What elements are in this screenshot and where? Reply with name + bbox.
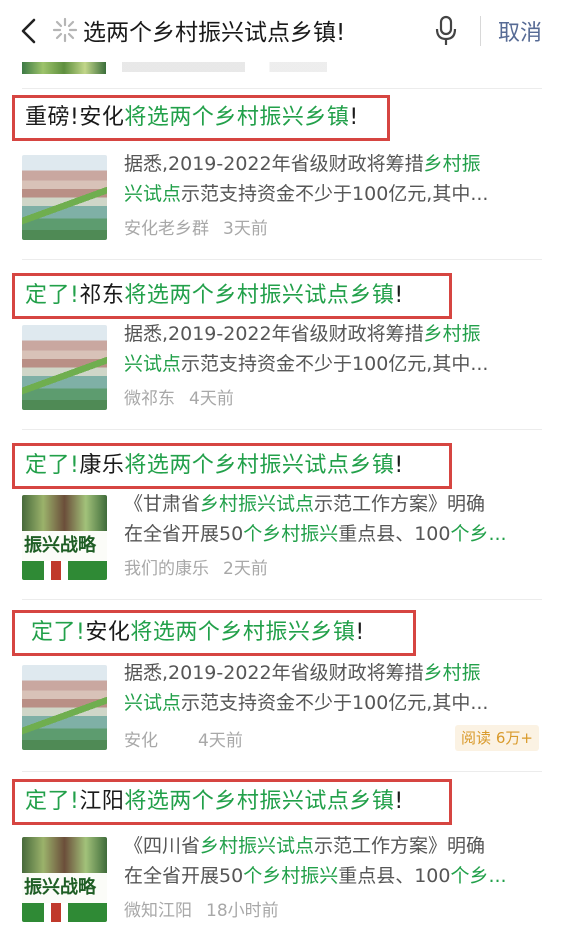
result-title[interactable]: 定了!祁东将选两个乡村振兴试点乡镇! — [12, 273, 452, 319]
cancel-button[interactable]: 取消 — [498, 15, 542, 47]
town-aerial-thumbnail — [22, 325, 107, 410]
back-arrow-icon[interactable] — [14, 14, 44, 48]
search-divider — [480, 16, 481, 46]
title-tail: ! — [349, 105, 359, 130]
search-result[interactable]: 重磅!安化将选两个乡村振兴乡镇! 据悉,2019-2022年省级财政将筹措乡村振… — [0, 93, 564, 257]
result-snippet-line1: 据悉,2019-2022年省级财政将筹措乡村振 — [124, 323, 481, 345]
result-title[interactable]: 定了!康乐将选两个乡村振兴试点乡镇! — [12, 443, 452, 489]
divider — [22, 429, 542, 430]
rural-revitalization-poster: 振兴战略 — [22, 495, 107, 580]
divider — [22, 771, 542, 772]
title-prefix: 重磅!安化 — [25, 105, 125, 130]
result-snippet-line2: 兴试点示范支持资金不少于100亿元,其中... — [124, 692, 489, 714]
result-title[interactable]: 定了!江阳将选两个乡村振兴试点乡镇! — [12, 779, 452, 825]
town-aerial-thumbnail — [22, 665, 107, 750]
previous-item-remnant — [122, 62, 532, 72]
title-highlight: 将选两个乡村振兴乡镇 — [124, 105, 350, 130]
result-source: 安化老乡群 3天前 — [124, 219, 268, 239]
rural-revitalization-poster: 振兴战略 — [22, 837, 107, 922]
result-snippet-line2: 在全省开展50个乡村振兴重点县、100个乡... — [124, 865, 507, 887]
result-snippet-line1: 据悉,2019-2022年省级财政将筹措乡村振 — [124, 153, 481, 175]
result-source: 微祁东 4天前 — [124, 389, 234, 409]
result-snippet-line1: 《四川省乡村振兴试点示范工作方案》明确 — [124, 835, 486, 857]
microphone-icon[interactable] — [433, 15, 459, 47]
town-aerial-thumbnail — [22, 155, 107, 240]
result-source: 我们的康乐 2天前 — [124, 559, 268, 579]
search-result[interactable]: 定了!江阳将选两个乡村振兴试点乡镇! 振兴战略 《四川省乡村振兴试点示范工作方案… — [0, 779, 564, 949]
divider — [22, 88, 542, 89]
result-snippet-line2: 在全省开展50个乡村振兴重点县、100个乡... — [124, 523, 507, 545]
result-title[interactable]: 定了!安化将选两个乡村振兴乡镇! — [12, 610, 416, 656]
divider — [22, 599, 542, 600]
search-result[interactable]: 定了!康乐将选两个乡村振兴试点乡镇! 振兴战略 《甘肃省乡村振兴试点示范工作方案… — [0, 443, 564, 599]
search-input[interactable]: 选两个乡村振兴试点乡镇! — [83, 13, 383, 47]
loading-spinner-icon — [52, 17, 78, 43]
result-snippet-line1: 《甘肃省乡村振兴试点示范工作方案》明确 — [124, 493, 486, 515]
result-snippet-line1: 据悉,2019-2022年省级财政将筹措乡村振 — [124, 662, 481, 684]
search-result[interactable]: 定了!安化将选两个乡村振兴乡镇! 据悉,2019-2022年省级财政将筹措乡村振… — [0, 610, 564, 770]
read-count-badge: 阅读 6万+ — [455, 725, 539, 751]
search-result[interactable]: 定了!祁东将选两个乡村振兴试点乡镇! 据悉,2019-2022年省级财政将筹措乡… — [0, 273, 564, 429]
result-source: 微知江阳 18小时前 — [124, 901, 279, 921]
search-bar: 选两个乡村振兴试点乡镇! 取消 — [0, 0, 564, 62]
divider — [22, 259, 542, 260]
result-snippet-line2: 兴试点示范支持资金不少于100亿元,其中... — [124, 183, 489, 205]
previous-item-thumbnail — [22, 62, 106, 74]
result-snippet-line2: 兴试点示范支持资金不少于100亿元,其中... — [124, 353, 489, 375]
result-title[interactable]: 重磅!安化将选两个乡村振兴乡镇! — [12, 95, 390, 141]
result-source: 安化 4天前 — [124, 731, 243, 751]
